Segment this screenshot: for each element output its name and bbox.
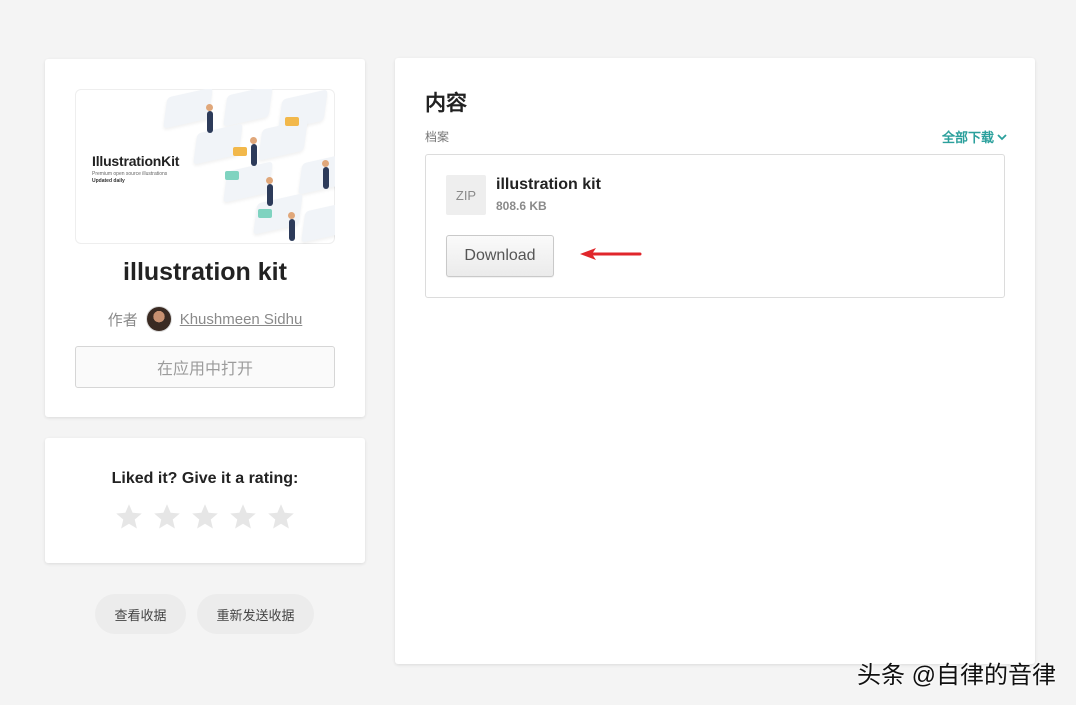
cover-subtitle: Premium open source illustrations — [92, 171, 168, 177]
cover-accent — [285, 117, 299, 126]
author-label: 作者 — [107, 311, 138, 329]
author-row: 作者 Khushmeen Sidhu — [45, 306, 365, 332]
view-receipt-button[interactable]: 查看收据 — [95, 594, 186, 634]
file-size: 808.6 KB — [496, 199, 547, 213]
file-type-label: ZIP — [455, 187, 477, 203]
star-icon[interactable] — [228, 502, 258, 532]
product-title: illustration kit — [123, 258, 287, 286]
resend-receipt-button[interactable]: 重新发送收据 — [197, 594, 314, 634]
cover-accent — [233, 147, 247, 156]
download-all-link[interactable]: 全部下载 — [942, 127, 1007, 146]
open-in-app-button[interactable]: 在应用中打开 — [75, 346, 335, 388]
star-icon[interactable] — [114, 502, 144, 532]
cover-figure — [266, 177, 273, 206]
star-icon[interactable] — [266, 502, 296, 532]
cover-figure — [206, 104, 213, 133]
download-button[interactable]: Download — [446, 235, 554, 277]
files-label: 档案 — [425, 130, 450, 144]
chevron-down-icon — [997, 133, 1007, 140]
left-arrow-icon — [580, 248, 642, 260]
cover-accent — [258, 209, 272, 218]
cover-tile — [301, 201, 335, 243]
author-link[interactable]: Khushmeen Sidhu — [180, 311, 303, 328]
file-item: ZIP illustration kit 808.6 KB Download — [425, 154, 1005, 298]
star-rating — [45, 502, 365, 532]
star-icon[interactable] — [190, 502, 220, 532]
star-icon[interactable] — [152, 502, 182, 532]
content-card: 内容 档案 全部下载 ZIP illustration kit 808.6 KB… — [395, 58, 1035, 664]
cover-image[interactable]: IllustrationKit Premium open source illu… — [75, 89, 335, 244]
cover-tile — [223, 89, 273, 127]
cover-figure — [322, 160, 329, 189]
rating-card: Liked it? Give it a rating: — [45, 438, 365, 563]
content-title: 内容 — [425, 92, 467, 115]
cover-figure — [288, 212, 295, 241]
cover-accent — [225, 171, 239, 180]
file-name: illustration kit — [496, 176, 601, 193]
cover-tagline: Updated daily — [92, 178, 125, 184]
cover-title: IllustrationKit — [92, 153, 180, 169]
download-all-label: 全部下载 — [941, 130, 994, 145]
product-card: IllustrationKit Premium open source illu… — [45, 59, 365, 417]
zip-file-icon: ZIP — [446, 175, 486, 215]
rating-prompt: Liked it? Give it a rating: — [111, 470, 299, 487]
cover-tile — [258, 119, 308, 161]
avatar[interactable] — [145, 306, 172, 332]
cover-tile — [193, 123, 243, 165]
watermark: 头条 @自律的音律 — [856, 662, 1056, 689]
cover-tile — [298, 153, 335, 195]
cover-figure — [250, 137, 257, 166]
